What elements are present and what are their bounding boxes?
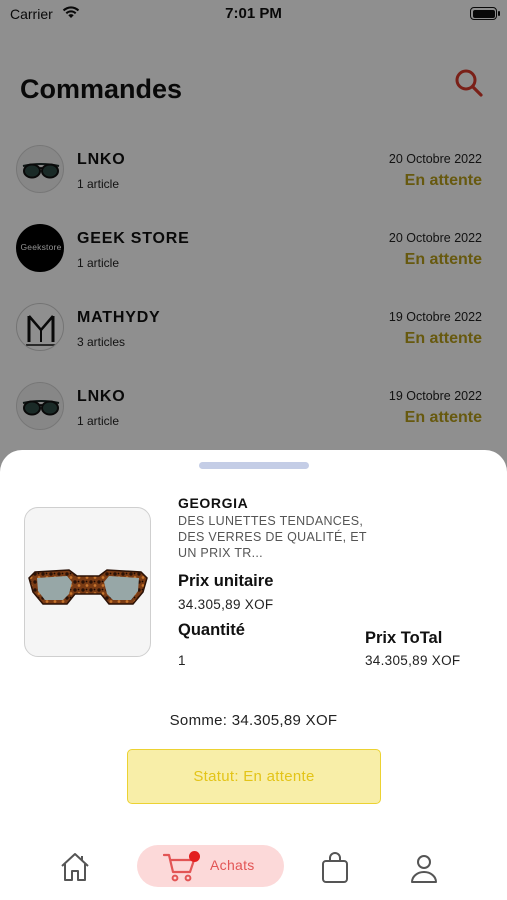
user-icon[interactable] (409, 852, 439, 884)
total-price-label: Prix ToTal (365, 629, 443, 647)
product-name: GEORGIA (178, 495, 249, 511)
quantity-label: Quantité (178, 621, 245, 639)
order-status-badge: Statut: En attente (127, 749, 381, 804)
home-icon[interactable] (59, 851, 91, 883)
total-price-value: 34.305,89 XOF (365, 653, 461, 668)
unit-price-value: 34.305,89 XOF (178, 597, 274, 612)
tab-achats-label: Achats (210, 857, 255, 873)
notification-dot (189, 851, 200, 862)
order-status-text: Statut: En attente (193, 768, 315, 785)
unit-price-label: Prix unitaire (178, 572, 274, 590)
order-detail-sheet: GEORGIA DES LUNETTES TENDANCES, DES VERR… (0, 450, 507, 900)
shopping-bag-icon[interactable] (320, 852, 350, 884)
product-description: DES LUNETTES TENDANCES, DES VERRES DE QU… (178, 514, 367, 560)
order-sum: Somme: 34.305,89 XOF (169, 712, 338, 729)
quantity-value: 1 (178, 653, 186, 668)
tortoise-sunglasses-icon (28, 569, 148, 605)
sheet-grabber[interactable] (199, 462, 309, 469)
product-image (24, 507, 151, 657)
tab-achats[interactable]: Achats (137, 845, 284, 887)
